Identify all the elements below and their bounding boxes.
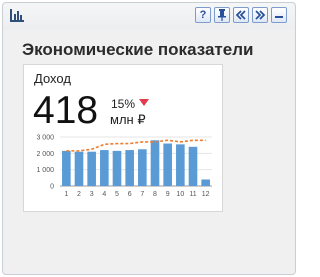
bar — [74, 151, 84, 186]
x-tick-label: 3 — [90, 191, 94, 198]
y-tick-label: 2 000 — [36, 151, 54, 158]
kpi-card[interactable]: Доход 418 15% млн ₽ 01 000 2 000 3 000 1 2 3 4… — [23, 64, 223, 212]
kpi-value: 418 — [33, 89, 99, 132]
x-tick-label: 5 — [115, 191, 119, 198]
kpi-unit: млн ₽ — [110, 112, 146, 127]
help-icon: ? — [199, 9, 207, 21]
pin-button[interactable] — [214, 7, 230, 23]
bar — [150, 140, 160, 186]
collapse-left-button[interactable] — [233, 7, 249, 23]
kpi-title: Доход — [34, 71, 71, 86]
x-tick-label: 12 — [202, 191, 210, 198]
x-tick-label: 8 — [153, 191, 157, 198]
revenue-chart: 01 0002 0003 0001 2 3 4 5 6 7 8 9 10 11 12 — [36, 135, 212, 198]
window-tools: ? — [195, 7, 287, 23]
x-tick-label: 6 — [128, 191, 132, 198]
pin-icon — [218, 9, 226, 21]
x-tick-label: 1 — [64, 191, 68, 198]
bar — [112, 150, 122, 186]
x-tick-label: 7 — [140, 191, 144, 198]
trend-line — [66, 139, 206, 152]
x-tick-label: 2 — [77, 191, 81, 198]
bar — [201, 179, 210, 186]
bar-chart-icon — [10, 9, 24, 22]
kpi-change: 15% — [111, 97, 136, 111]
bar — [163, 143, 172, 186]
x-tick-label: 4 — [102, 191, 106, 198]
bar — [188, 146, 198, 186]
bar — [62, 150, 71, 186]
expand-right-button[interactable] — [252, 7, 268, 23]
minimize-icon — [275, 16, 283, 18]
bar — [100, 150, 109, 186]
widget-window: ? Экономические показатели Доход 418 15%… — [2, 2, 296, 275]
trend-down-icon — [139, 99, 149, 106]
widget-titlebar[interactable]: ? — [3, 3, 295, 27]
expand-right-icon — [255, 10, 265, 20]
bar — [125, 150, 134, 186]
y-tick-label: 0 — [50, 184, 54, 191]
bar — [138, 149, 147, 186]
bar — [87, 151, 96, 186]
panel-title: Экономические показатели — [22, 40, 254, 59]
bar — [176, 144, 185, 186]
x-tick-label: 11 — [189, 191, 196, 198]
collapse-left-icon — [236, 10, 246, 20]
y-tick-label: 3 000 — [36, 135, 54, 142]
x-tick-label: 9 — [166, 191, 170, 198]
y-tick-label: 1 000 — [36, 167, 54, 174]
help-button[interactable]: ? — [195, 7, 211, 23]
minimize-button[interactable] — [271, 7, 287, 23]
x-tick-label: 10 — [176, 191, 184, 198]
